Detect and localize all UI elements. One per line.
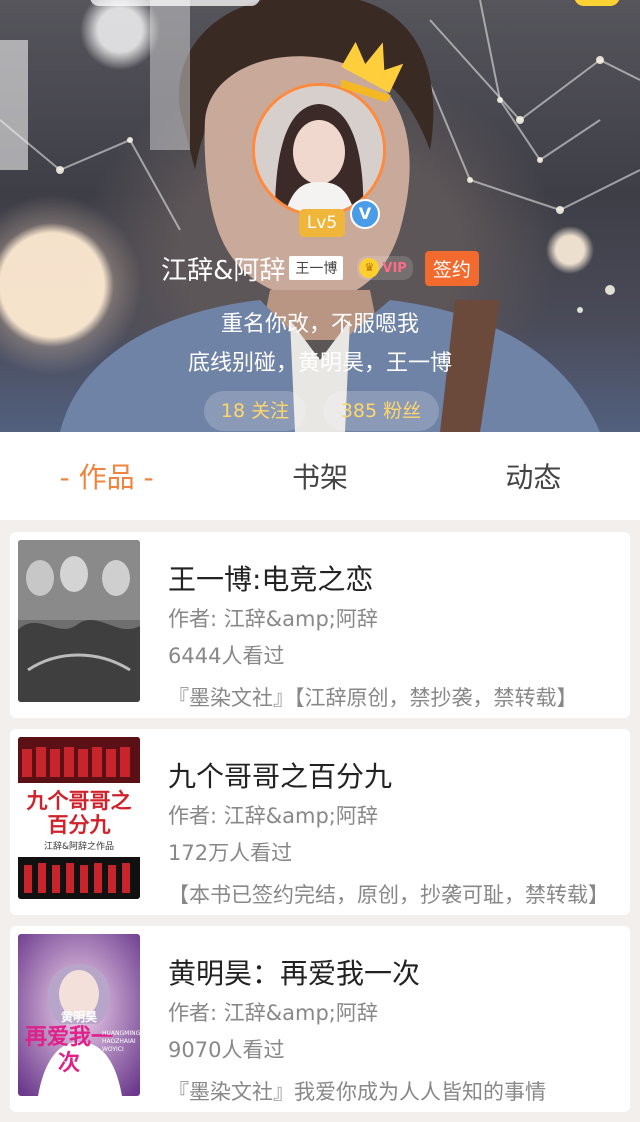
tab-bar: - 作品 - 书架 动态 xyxy=(0,432,640,520)
cover-side-text: HUANGMING HAOZHAIAI WOYICI xyxy=(102,1030,140,1053)
book-item[interactable]: 王一博:电竞之恋 作者: 江辞&amp;阿辞 6444人看过 『墨染文社』【江辞… xyxy=(10,532,630,718)
cover-title: 再爱我一次 xyxy=(24,1024,113,1076)
vip-badge: ♛ VIP xyxy=(357,256,413,280)
book-description: 『墨染文社』我爱你成为人人皆知的事情 xyxy=(168,1080,546,1104)
profile-header: Lv5 V 江辞&阿辞 王一博 ♛ VIP 签约 重名你改，不服嗯我 底线别碰，… xyxy=(0,0,640,432)
vip-label: VIP xyxy=(382,260,407,276)
book-item[interactable]: 九个哥哥之百分九 江辞&阿辞之作品 九个哥哥之百分九 作者: 江辞&amp;阿辞… xyxy=(10,729,630,915)
book-author: 作者: 江辞&amp;阿辞 xyxy=(168,1001,378,1025)
book-description: 『墨染文社』【江辞原创，禁抄袭，禁转载】 xyxy=(168,686,578,710)
book-views: 6444人看过 xyxy=(168,644,285,668)
book-author: 作者: 江辞&amp;阿辞 xyxy=(168,607,378,631)
crown-icon xyxy=(340,41,404,102)
book-description: 【本书已签约完结，原创，抄袭可耻，禁转载】 xyxy=(168,883,609,907)
fans-count-button[interactable]: 385 粉丝 xyxy=(323,391,439,431)
avatar[interactable] xyxy=(252,83,386,217)
cover-subtitle: 江辞&阿辞之作品 xyxy=(43,842,115,852)
following-count-button[interactable]: 18 关注 xyxy=(204,391,306,431)
book-cover: 黄明昊 再爱我一次 HUANGMING HAOZHAIAI WOYICI xyxy=(18,934,140,1096)
book-cover: 九个哥哥之百分九 江辞&阿辞之作品 xyxy=(18,737,140,899)
vip-icon: ♛ xyxy=(359,258,380,278)
level-badge: Lv5 xyxy=(299,209,345,237)
tab-works[interactable]: - 作品 - xyxy=(0,432,213,520)
cover-subtitle: 黄明昊 xyxy=(60,1010,97,1024)
book-cover xyxy=(18,540,140,702)
signed-badge: 签约 xyxy=(424,250,479,286)
tab-activity[interactable]: 动态 xyxy=(427,432,640,520)
tab-bookshelf[interactable]: 书架 xyxy=(213,432,426,520)
book-item[interactable]: 黄明昊 再爱我一次 HUANGMING HAOZHAIAI WOYICI 黄明昊… xyxy=(10,926,630,1112)
book-title: 王一博:电竞之恋 xyxy=(168,563,374,596)
name-row: 江辞&阿辞 王一博 ♛ VIP 签约 xyxy=(0,248,640,288)
name-tag: 王一博 xyxy=(289,256,344,280)
verified-icon: V xyxy=(350,199,380,229)
bio-line-2: 底线别碰，黄明昊，王一博 xyxy=(187,351,452,376)
book-title: 黄明昊：再爱我一次 xyxy=(168,957,421,990)
book-author: 作者: 江辞&amp;阿辞 xyxy=(168,804,378,828)
top-pill-left xyxy=(90,0,260,6)
book-views: 9070人看过 xyxy=(168,1038,285,1062)
top-pill-right[interactable] xyxy=(574,0,620,6)
username: 江辞&阿辞 xyxy=(161,255,286,286)
avatar-photo xyxy=(255,86,383,214)
book-title: 九个哥哥之百分九 xyxy=(168,760,393,793)
bio-line-1: 重名你改，不服嗯我 xyxy=(220,312,419,337)
book-views: 172万人看过 xyxy=(168,841,293,865)
cover-title: 九个哥哥之百分九 xyxy=(26,788,132,837)
